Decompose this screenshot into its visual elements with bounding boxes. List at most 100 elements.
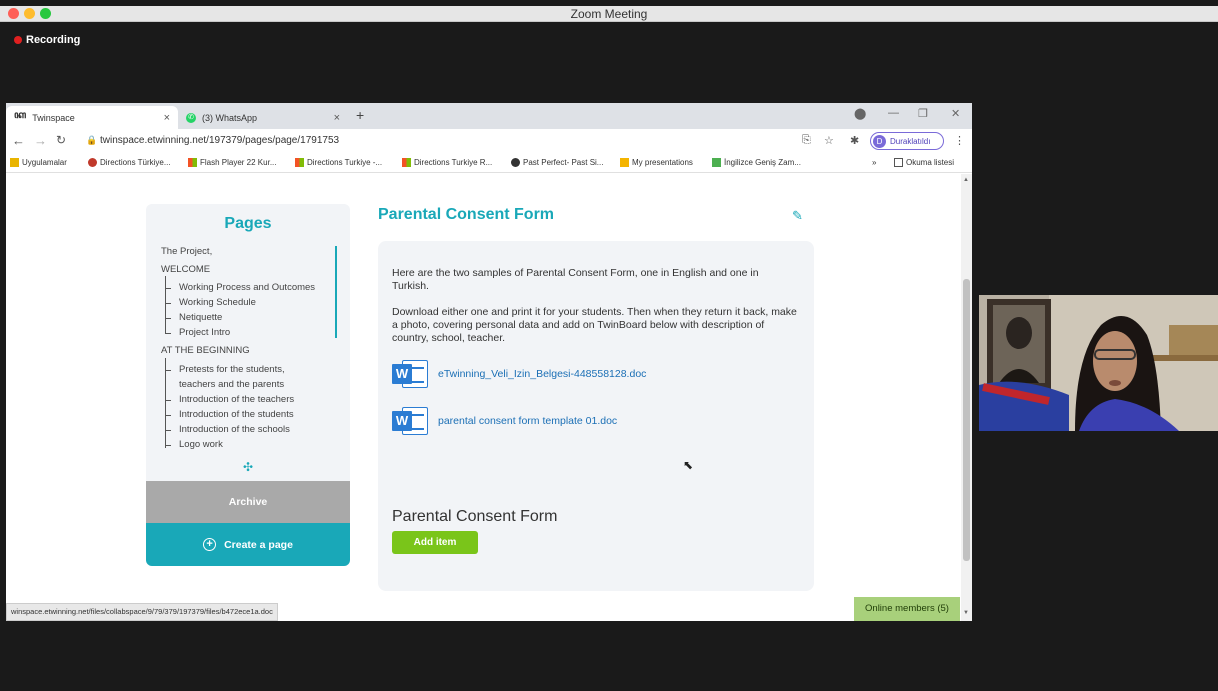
forward-arrow-icon[interactable]: →: [34, 133, 47, 148]
pages-sidebar: Pages The Project, WELCOME Working Proce…: [146, 204, 350, 566]
tree-item[interactable]: Pretests for the students,: [161, 364, 285, 375]
bookmark-item[interactable]: Directions Turkiye R...: [402, 158, 492, 167]
tree-connector: [165, 430, 171, 431]
tab-twinspace[interactable]: ꦏ Twinspace ×: [6, 106, 178, 129]
tree-connector: [165, 445, 171, 446]
bookmarks-bar: Uygulamalar Directions Türkiye... Flash …: [6, 153, 972, 173]
tree-connector: [165, 318, 171, 319]
whatsapp-favicon-icon: ✆: [186, 112, 196, 123]
content-card: Here are the two samples of Parental Con…: [378, 241, 814, 591]
tree-connector: [165, 333, 171, 334]
status-bar-url: winspace.etwinning.net/files/collabspace…: [6, 603, 278, 621]
intro-text: Here are the two samples of Parental Con…: [392, 267, 759, 292]
bookmark-label: Directions Türkiye...: [100, 158, 171, 167]
bookmark-favicon-icon: [88, 158, 97, 167]
tree-connector: [165, 288, 171, 289]
media-control-icon[interactable]: ⬤: [854, 107, 866, 120]
apps-grid-icon: [10, 158, 19, 167]
restore-icon[interactable]: ❐: [918, 107, 928, 120]
bookmark-item[interactable]: Flash Player 22 Kur...: [188, 158, 276, 167]
move-icon[interactable]: ✣: [146, 460, 350, 474]
tree-item[interactable]: Introduction of the schools: [161, 424, 290, 435]
bookmark-item[interactable]: Past Perfect- Past Si...: [511, 158, 603, 167]
extensions-icon[interactable]: ✱: [850, 134, 859, 147]
windows-logo-icon: [188, 158, 197, 167]
tree-item[interactable]: Working Schedule: [161, 297, 256, 308]
tree-scrollbar[interactable]: [335, 246, 337, 338]
tree-item[interactable]: Working Process and Outcomes: [161, 282, 315, 293]
zoom-window-title: Zoom Meeting: [570, 7, 648, 21]
tree-connector: [165, 276, 166, 334]
file-item[interactable]: W parental consent form template 01.doc: [392, 405, 617, 437]
bookmark-label: Directions Turkiye R...: [414, 158, 493, 167]
tab-whatsapp[interactable]: ✆ (3) WhatsApp ×: [178, 106, 348, 129]
bookmark-label: Past Perfect- Past Si...: [523, 158, 604, 167]
recording-indicator: Recording: [14, 34, 80, 46]
participant-video[interactable]: [979, 295, 1218, 431]
online-members-button[interactable]: Online members (5): [854, 597, 960, 621]
tab-bar: ꦏ Twinspace × ✆ (3) WhatsApp × + ⬤ — ❐ ✕: [6, 103, 972, 129]
tree-item[interactable]: teachers and the parents: [161, 379, 284, 390]
profile-button[interactable]: D Duraklatıldı: [870, 132, 944, 150]
zoom-titlebar: Zoom Meeting: [0, 6, 1218, 22]
page-content: Pages The Project, WELCOME Working Proce…: [6, 174, 961, 621]
file-link[interactable]: parental consent form template 01.doc: [438, 415, 617, 427]
address-bar: ← → ↻ 🔒 twinspace.etwinning.net/197379/p…: [6, 129, 972, 153]
tree-item[interactable]: Introduction of the teachers: [161, 394, 294, 405]
bookmark-apps[interactable]: Uygulamalar: [10, 158, 67, 167]
tree-item[interactable]: The Project,: [161, 246, 212, 257]
twinboard-section-title: Parental Consent Form: [392, 508, 558, 525]
bookmark-item[interactable]: İngilizce Geniş Zam...: [712, 158, 801, 167]
tree-connector: [165, 415, 171, 416]
tree-connector: [165, 358, 166, 448]
bookmark-item[interactable]: My presentations: [620, 158, 693, 167]
recording-dot-icon: [14, 36, 22, 44]
bookmark-item[interactable]: Directions Türkiye...: [88, 158, 171, 167]
close-tab-icon[interactable]: ×: [164, 112, 170, 124]
tree-item[interactable]: Project Intro: [161, 327, 230, 338]
pencil-edit-icon[interactable]: ✎: [792, 208, 803, 224]
create-page-label: Create a page: [224, 538, 293, 551]
windows-logo-icon: [402, 158, 411, 167]
scroll-down-icon[interactable]: ▼: [963, 610, 969, 616]
windows-logo-icon: [295, 158, 304, 167]
bookmark-favicon-icon: [712, 158, 721, 167]
minimize-icon[interactable]: —: [888, 107, 899, 119]
scroll-thumb[interactable]: [963, 279, 970, 561]
lock-icon[interactable]: 🔒: [86, 135, 97, 146]
close-tab-icon[interactable]: ×: [334, 112, 340, 124]
scroll-up-icon[interactable]: ▲: [963, 177, 969, 183]
more-bookmarks-icon[interactable]: »: [872, 158, 876, 167]
reading-list-button[interactable]: Okuma listesi: [894, 158, 954, 167]
reading-list-icon: [894, 158, 903, 167]
page-title: Parental Consent Form: [378, 206, 555, 223]
avatar: D: [873, 134, 886, 148]
url-field[interactable]: twinspace.etwinning.net/197379/pages/pag…: [100, 135, 339, 146]
close-icon[interactable]: ✕: [951, 107, 960, 120]
tree-connector: [165, 370, 171, 371]
tree-item[interactable]: Introduction of the students: [161, 409, 294, 420]
add-item-button[interactable]: Add item: [392, 531, 478, 554]
word-document-icon: W: [392, 405, 428, 437]
new-tab-button[interactable]: +: [356, 107, 364, 123]
bookmark-label: İngilizce Geniş Zam...: [724, 158, 801, 167]
file-link[interactable]: eTwinning_Veli_Izin_Belgesi-448558128.do…: [438, 368, 646, 380]
profile-status: Duraklatıldı: [890, 136, 931, 146]
file-item[interactable]: W eTwinning_Veli_Izin_Belgesi-448558128.…: [392, 358, 646, 390]
tree-connector: [165, 400, 171, 401]
page-scrollbar[interactable]: ▲ ▼: [961, 174, 972, 621]
tree-item[interactable]: WELCOME: [161, 264, 210, 275]
menu-kebab-icon[interactable]: ⋮: [954, 134, 965, 147]
bookmark-star-icon[interactable]: ☆: [824, 134, 834, 147]
bookmark-label: Flash Player 22 Kur...: [200, 158, 277, 167]
pages-title: Pages: [224, 215, 272, 232]
globe-icon: [511, 158, 520, 167]
back-arrow-icon[interactable]: ←: [12, 133, 25, 148]
bookmark-item[interactable]: Directions Turkiye -...: [295, 158, 382, 167]
reload-icon[interactable]: ↻: [56, 133, 66, 147]
create-page-button[interactable]: + Create a page: [146, 523, 350, 566]
bookmark-label: Uygulamalar: [22, 158, 67, 167]
translate-icon[interactable]: ⎘: [802, 134, 811, 147]
archive-button[interactable]: Archive: [146, 481, 350, 523]
tree-item[interactable]: AT THE BEGINNING: [161, 345, 250, 356]
